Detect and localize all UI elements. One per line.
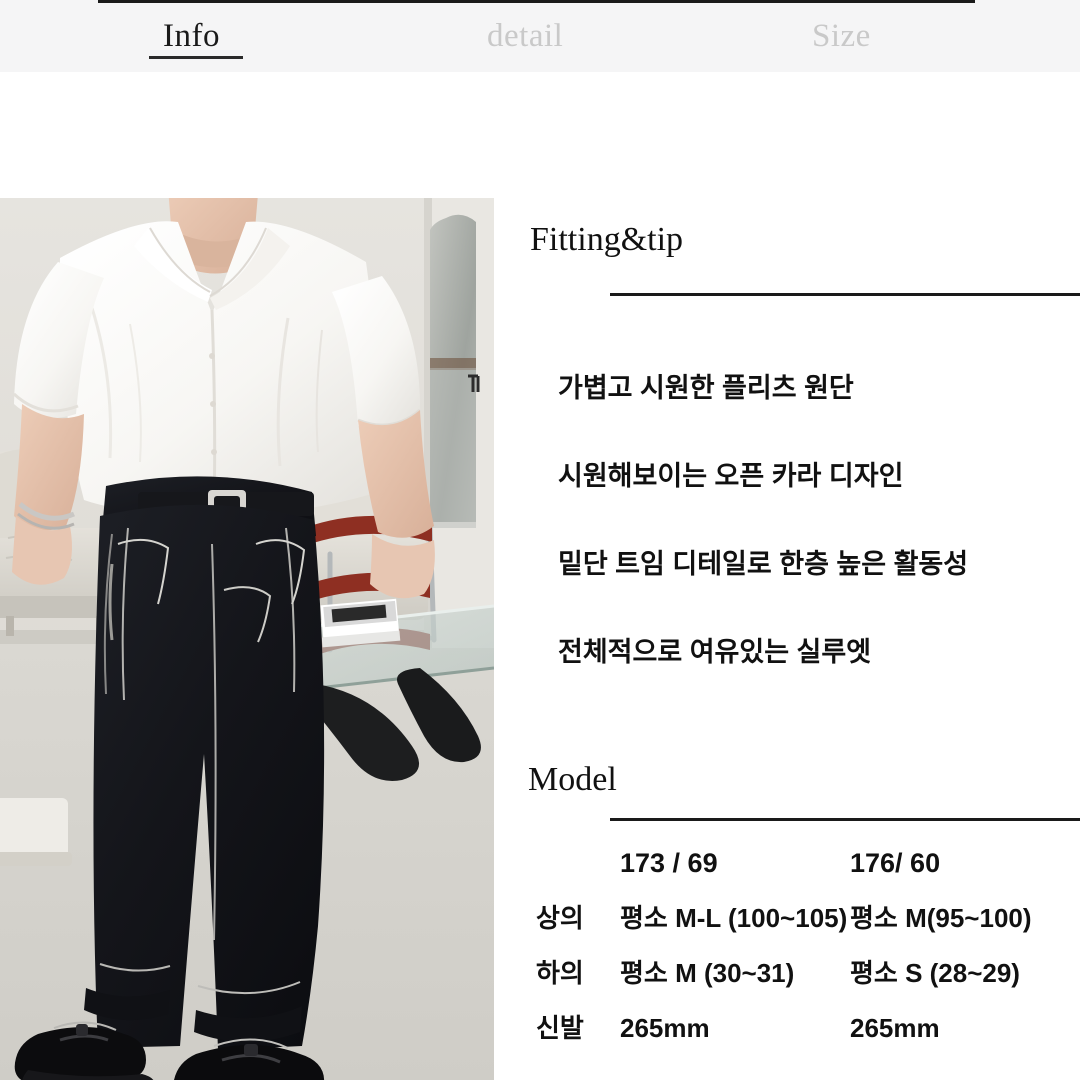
- table-header-row: 173 / 69 176/ 60: [494, 848, 1080, 903]
- tab-detail[interactable]: detail: [487, 17, 563, 55]
- fitting-tip-line: 시원해보이는 오픈 카라 디자인: [558, 461, 904, 491]
- tab-bar: Info detail Size: [0, 0, 1080, 72]
- row-shoes-model-b: 265mm: [850, 1013, 940, 1043]
- tab-size[interactable]: Size: [812, 17, 871, 55]
- row-label-bottom: 하의: [536, 958, 584, 988]
- tab-active-underline: [149, 56, 243, 59]
- fitting-tip-rule: [610, 293, 1080, 296]
- product-photo: [0, 198, 494, 1080]
- product-detail-page: Info detail Size Fitting&tip 가볍고 시원한 플리츠…: [0, 0, 1080, 1080]
- table-row: 하의 평소 M (30~31) 평소 S (28~29): [494, 958, 1080, 1013]
- tab-info[interactable]: Info: [163, 17, 220, 55]
- row-bottom-model-b: 평소 S (28~29): [850, 958, 1020, 988]
- model-heading: Model: [528, 761, 617, 798]
- fitting-tip-line: 밑단 트임 디테일로 한층 높은 활동성: [558, 549, 969, 579]
- row-label-shoes: 신발: [536, 1013, 584, 1043]
- table-row: 상의 평소 M-L (100~105) 평소 M(95~100): [494, 903, 1080, 958]
- fitting-tip-line: 전체적으로 여유있는 실루엣: [558, 637, 872, 667]
- model-col-a-header: 173 / 69: [620, 848, 718, 878]
- fitting-tip-list: 가볍고 시원한 플리츠 원단 시원해보이는 오픈 카라 디자인 밑단 트임 디테…: [558, 372, 1078, 668]
- model-rule: [610, 818, 1080, 821]
- table-row: 신발 265mm 265mm: [494, 1013, 1080, 1068]
- fitting-tip-line: 가볍고 시원한 플리츠 원단: [558, 373, 854, 403]
- row-label-top: 상의: [536, 903, 584, 933]
- model-col-b-header: 176/ 60: [850, 848, 941, 878]
- tab-bar-top-rule: [98, 0, 975, 3]
- product-photo-illustration: [0, 198, 494, 1080]
- product-info-column: Fitting&tip 가볍고 시원한 플리츠 원단 시원해보이는 오픈 카라 …: [494, 198, 1080, 1080]
- row-top-model-b: 평소 M(95~100): [850, 903, 1032, 933]
- model-size-table: 173 / 69 176/ 60 상의 평소 M-L (100~105) 평소 …: [494, 848, 1080, 1068]
- row-bottom-model-a: 평소 M (30~31): [620, 958, 795, 988]
- fitting-tip-heading: Fitting&tip: [530, 221, 684, 258]
- row-top-model-a: 평소 M-L (100~105): [620, 903, 848, 933]
- row-shoes-model-a: 265mm: [620, 1013, 710, 1043]
